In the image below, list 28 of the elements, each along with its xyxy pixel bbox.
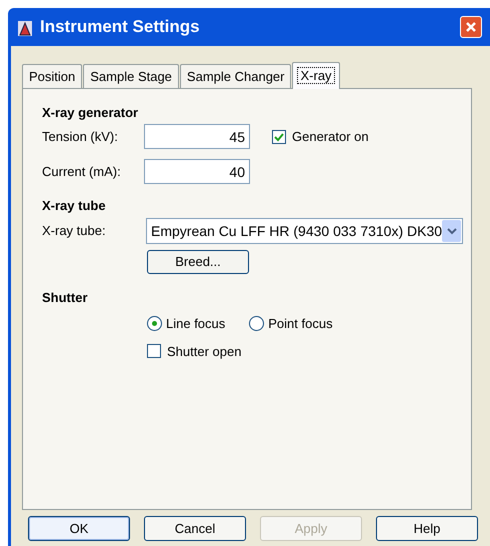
tab[interactable]: Position: [22, 64, 82, 88]
window-title: Instrument Settings: [40, 16, 201, 38]
tab[interactable]: Sample Stage: [83, 64, 179, 88]
field-label: X-ray tube:: [42, 222, 107, 240]
close-button[interactable]: [460, 16, 482, 38]
field-label: Current (mA):: [42, 162, 122, 181]
tab[interactable]: Sample Changer: [180, 64, 292, 88]
tab[interactable]: X-ray: [292, 62, 340, 89]
field-label: Tension (kV):: [42, 128, 119, 146]
section-heading: X-ray tube: [42, 197, 107, 215]
input-field[interactable]: 40: [144, 159, 250, 184]
dialog-button[interactable]: Cancel: [144, 516, 246, 541]
radio-label: Point focus: [268, 315, 333, 333]
section-heading: Shutter: [42, 289, 88, 307]
input-field[interactable]: 45: [144, 124, 250, 149]
radio-label: Line focus: [166, 315, 226, 333]
tube-dropdown[interactable]: Empyrean Cu LFF HR (9430 033 7310x) DK30: [146, 218, 463, 244]
checkbox-label: Shutter open: [167, 342, 242, 361]
checkbox-label: Generator on: [292, 128, 369, 146]
radio-button[interactable]: [147, 316, 162, 332]
dialog-button[interactable]: OK: [28, 516, 130, 541]
checkbox[interactable]: [272, 130, 286, 144]
browse-button[interactable]: Breed...: [147, 250, 249, 274]
close-icon: [465, 21, 477, 33]
radio-button[interactable]: [249, 316, 264, 332]
checkbox[interactable]: [147, 344, 161, 358]
section-heading: X-ray generator: [42, 104, 140, 122]
dialog-button[interactable]: Help: [376, 516, 478, 541]
